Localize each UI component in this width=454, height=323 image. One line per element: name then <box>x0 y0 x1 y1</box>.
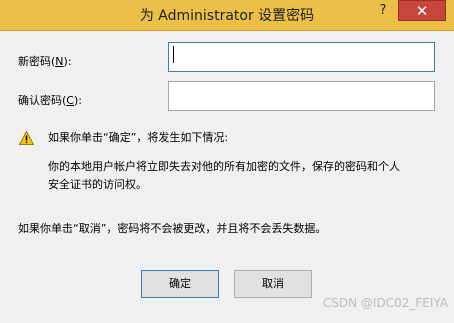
close-button[interactable]: ✕ <box>398 0 446 21</box>
text-caret <box>173 46 174 63</box>
label-text: 新密码( <box>18 55 56 68</box>
access-key: N <box>55 55 64 68</box>
confirm-password-label: 确认密码(C): <box>18 92 82 108</box>
warning-body-line1: 你的本地用户帐户将立即失去对他的所有加密的文件，保存的密码和个人 <box>48 160 400 173</box>
help-button[interactable]: ? <box>370 0 396 21</box>
cancel-note: 如果你单击“取消”，密码将不会被更改，并且将不会丢失数据。 <box>18 222 327 235</box>
warning-icon <box>19 131 34 145</box>
label-text: ): <box>63 55 72 68</box>
warning-heading: 如果你单击“确定”，将发生如下情况: <box>48 131 229 144</box>
cancel-button[interactable]: 取消 <box>234 270 312 298</box>
ok-button[interactable]: 确定 <box>141 270 219 298</box>
label-text: ): <box>73 94 82 107</box>
watermark: CSDN @IDC02_FEIYA <box>322 296 448 310</box>
new-password-label: 新密码(N): <box>18 53 72 69</box>
confirm-password-field[interactable] <box>168 81 435 111</box>
warning-body-line2: 安全证书的访问权。 <box>48 178 147 191</box>
label-text: 确认密码( <box>18 94 67 107</box>
new-password-field[interactable] <box>168 42 435 72</box>
title-bar[interactable]: 为 Administrator 设置密码 ? ✕ <box>0 0 454 31</box>
access-key: C <box>66 94 74 107</box>
